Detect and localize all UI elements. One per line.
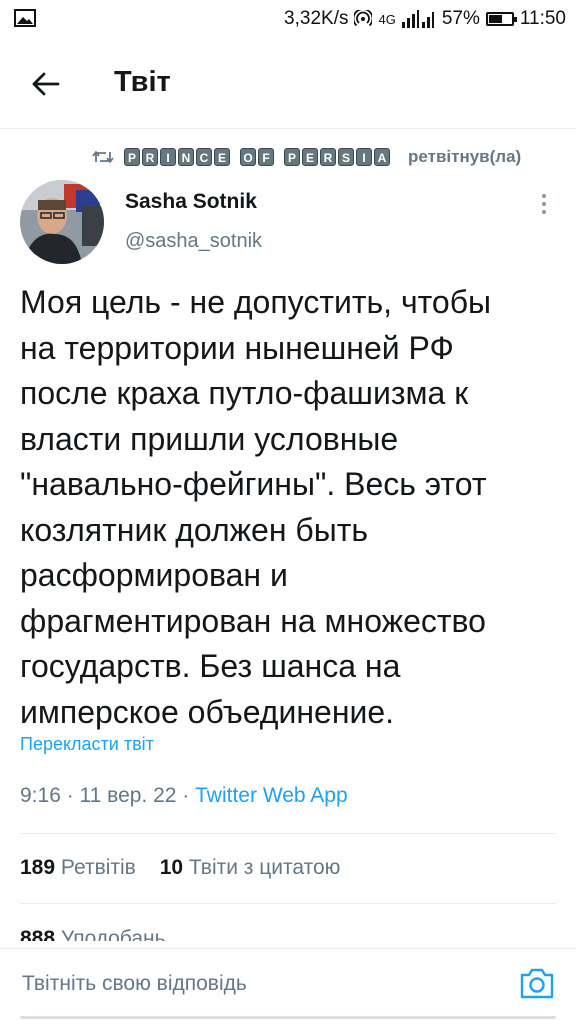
dot — [542, 210, 546, 214]
battery-level — [488, 15, 502, 23]
retweeter-letter: P — [284, 148, 300, 166]
retweeter-letter: A — [374, 148, 390, 166]
quotes-label: Твіти з цитатою — [188, 856, 341, 879]
avatar[interactable] — [20, 180, 104, 264]
retweets-label: Ретвітів — [60, 856, 136, 879]
translate-tweet-link[interactable]: Перекласти твіт — [20, 734, 154, 755]
tweet-line: на территории нынешней РФ — [20, 329, 454, 366]
status-bar: 3,32K/s 4G 57% 11:50 — [0, 0, 576, 38]
tweet-line: власти пришли условные — [20, 420, 399, 457]
tweet-line: "навально-фейгины". Весь этот — [20, 466, 487, 502]
reply-input[interactable]: Твітніть свою відповідь — [22, 972, 247, 996]
image-notification-icon — [14, 9, 36, 27]
network-speed: 3,32K/s — [284, 8, 349, 29]
retweeter-letter: E — [214, 148, 230, 166]
quotes-count: 10 — [159, 856, 184, 879]
source-app-link[interactable]: Twitter Web App — [195, 784, 348, 807]
divider — [20, 833, 556, 834]
camera-icon[interactable] — [518, 965, 556, 1001]
back-button[interactable] — [26, 64, 66, 104]
author-handle[interactable]: @sasha_sotnik — [125, 230, 262, 253]
status-bar-right: 3,32K/s 4G 57% 11:50 — [284, 6, 566, 32]
retweeter-letter: I — [160, 148, 176, 166]
dot — [542, 202, 546, 206]
retweeter-name[interactable]: PRINCEOFPERSIA — [124, 148, 398, 166]
tweet-line: государств. Без шанса на — [20, 648, 401, 684]
avatar-photo — [20, 180, 104, 264]
retweeter-letter: F — [258, 148, 274, 166]
divider — [20, 903, 556, 904]
retweeter-letter: E — [302, 148, 318, 166]
tweet-timestamp: 9:16 · 11 вер. 22 · — [20, 784, 196, 807]
retweeter-letter: P — [124, 148, 140, 166]
retweeter-letter: C — [196, 148, 212, 166]
engagement-stats: 189 Ретвітів 10 Твіти з цитатою — [20, 856, 358, 880]
retweet-suffix: ретвітнув(ла) — [408, 147, 522, 166]
hotspot-icon — [354, 10, 373, 27]
retweeter-word: PERSIA — [284, 148, 390, 166]
battery-percent: 57% — [441, 8, 480, 29]
dot — [542, 194, 546, 198]
likes-count: 888 — [20, 927, 56, 941]
tweet-line: фрагментирован на множество — [20, 602, 486, 639]
retweeter-letter: R — [320, 148, 336, 166]
signal-icon — [401, 10, 434, 28]
page-title: Твіт — [114, 66, 171, 98]
retweet-icon — [92, 151, 114, 163]
retweeter-letter: O — [240, 148, 256, 166]
retweeter-letter: S — [338, 148, 354, 166]
arrow-left-icon — [32, 72, 60, 96]
retweeter-word: OF — [240, 148, 274, 166]
bottom-divider — [20, 1016, 556, 1019]
likes-stat[interactable]: 888 Уподобань — [20, 925, 166, 941]
reply-bar: Твітніть свою відповідь — [0, 948, 576, 1025]
retweet-context: PRINCEOFPERSIA ретвітнув(ла) — [92, 146, 521, 168]
battery-icon — [485, 12, 517, 26]
tweet-line: после краха путло-фашизма к — [20, 375, 469, 411]
likes-label: Уподобань — [60, 927, 166, 941]
network-type: 4G — [378, 11, 396, 27]
retweeter-letter: N — [178, 148, 194, 166]
tweet-line: имперское объединение. — [20, 693, 395, 730]
tweet-line: расформирован и — [20, 557, 288, 593]
tweet-line: Моя цель - не допустить, чтобы — [20, 284, 492, 320]
clock: 11:50 — [519, 8, 566, 29]
retweets-count: 189 — [20, 856, 56, 879]
tweet-text: Моя цель - не допустить, чтобы на террит… — [20, 280, 560, 735]
author-name[interactable]: Sasha Sotnik — [125, 190, 257, 214]
quotes-stat[interactable]: 10 Твіти з цитатою — [160, 856, 341, 879]
retweeter-word: PRINCE — [124, 148, 230, 166]
more-options-button[interactable] — [534, 189, 554, 219]
retweeter-letter: I — [356, 148, 372, 166]
tweet-line: козлятник должен быть — [20, 511, 369, 548]
retweets-stat[interactable]: 189 Ретвітів — [20, 856, 136, 879]
app-header: Твіт — [0, 38, 576, 129]
tweet-meta: 9:16 · 11 вер. 22 · Twitter Web App — [20, 784, 348, 808]
retweeter-letter: R — [142, 148, 158, 166]
